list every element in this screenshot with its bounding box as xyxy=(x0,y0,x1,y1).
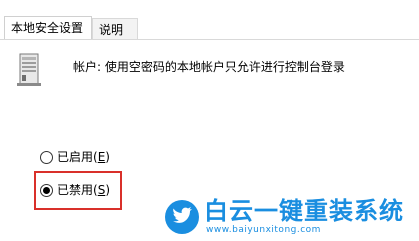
tab-label: 说明 xyxy=(99,22,124,37)
watermark-url: www.baiyunxitong.com xyxy=(206,225,321,235)
tab-strip: 本地安全设置 说明 xyxy=(0,0,419,40)
policy-description: 帐户: 使用空密码的本地帐户只允许进行控制台登录 xyxy=(73,60,345,74)
server-icon xyxy=(17,53,41,86)
watermark-text: 白云一键重装系统 xyxy=(204,197,404,225)
enabled-radio[interactable] xyxy=(40,150,53,164)
watermark: 白云一键重装系统 www.baiyunxitong.com xyxy=(164,197,414,239)
twitter-bird-icon xyxy=(165,200,199,234)
tab-local-security-setting[interactable]: 本地安全设置 xyxy=(4,16,92,40)
enabled-option[interactable]: 已启用(E) xyxy=(40,148,110,166)
tab-explain[interactable]: 说明 xyxy=(92,18,138,40)
tab-divider xyxy=(0,39,419,40)
tab-label: 本地安全设置 xyxy=(11,21,84,35)
highlight-box xyxy=(34,171,122,210)
enabled-label[interactable]: 已启用(E) xyxy=(57,150,110,164)
